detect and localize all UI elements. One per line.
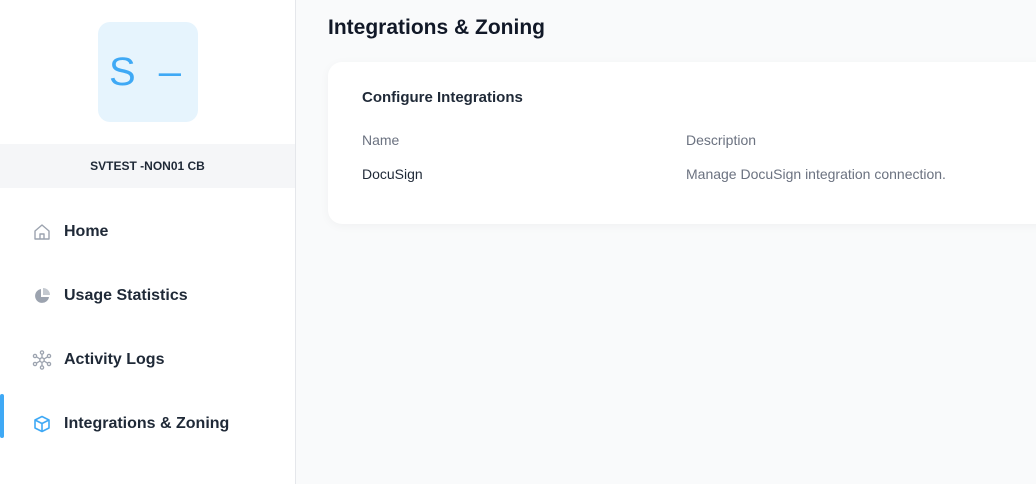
integration-name-docusign[interactable]: DocuSign bbox=[362, 166, 423, 182]
page-title: Integrations & Zoning bbox=[328, 16, 545, 39]
org-name: SVTEST -NON01 CB bbox=[0, 144, 295, 188]
integrations-card: Configure Integrations Name Description … bbox=[328, 62, 1036, 224]
column-header-name: Name bbox=[362, 132, 400, 148]
sidebar-item-label: Usage Statistics bbox=[64, 287, 188, 304]
sidebar-item-label: Integrations & Zoning bbox=[64, 415, 230, 432]
avatar[interactable]: S – bbox=[98, 22, 198, 122]
sidebar-item-integrations-zoning[interactable]: Integrations & Zoning bbox=[0, 392, 295, 456]
sidebar: S – SVTEST -NON01 CB Home Usage Statisti… bbox=[0, 0, 296, 484]
sidebar-item-activity-logs[interactable]: Activity Logs bbox=[0, 328, 295, 392]
app: S – SVTEST -NON01 CB Home Usage Statisti… bbox=[0, 0, 1036, 484]
integration-description-docusign: Manage DocuSign integration connection. bbox=[686, 166, 946, 182]
sidebar-item-label: Activity Logs bbox=[64, 351, 165, 368]
network-icon bbox=[32, 350, 52, 370]
sidebar-item-label: Home bbox=[64, 223, 109, 240]
pie-chart-icon bbox=[32, 286, 52, 306]
card-title: Configure Integrations bbox=[362, 89, 523, 106]
cube-icon bbox=[32, 414, 52, 434]
sidebar-item-home[interactable]: Home bbox=[0, 200, 295, 264]
main-content: Integrations & Zoning Configure Integrat… bbox=[296, 0, 1036, 484]
sidebar-nav: Home Usage Statistics Activity Logs Inte… bbox=[0, 200, 295, 456]
home-icon bbox=[32, 222, 52, 242]
sidebar-item-usage-statistics[interactable]: Usage Statistics bbox=[0, 264, 295, 328]
column-header-description: Description bbox=[686, 132, 757, 148]
